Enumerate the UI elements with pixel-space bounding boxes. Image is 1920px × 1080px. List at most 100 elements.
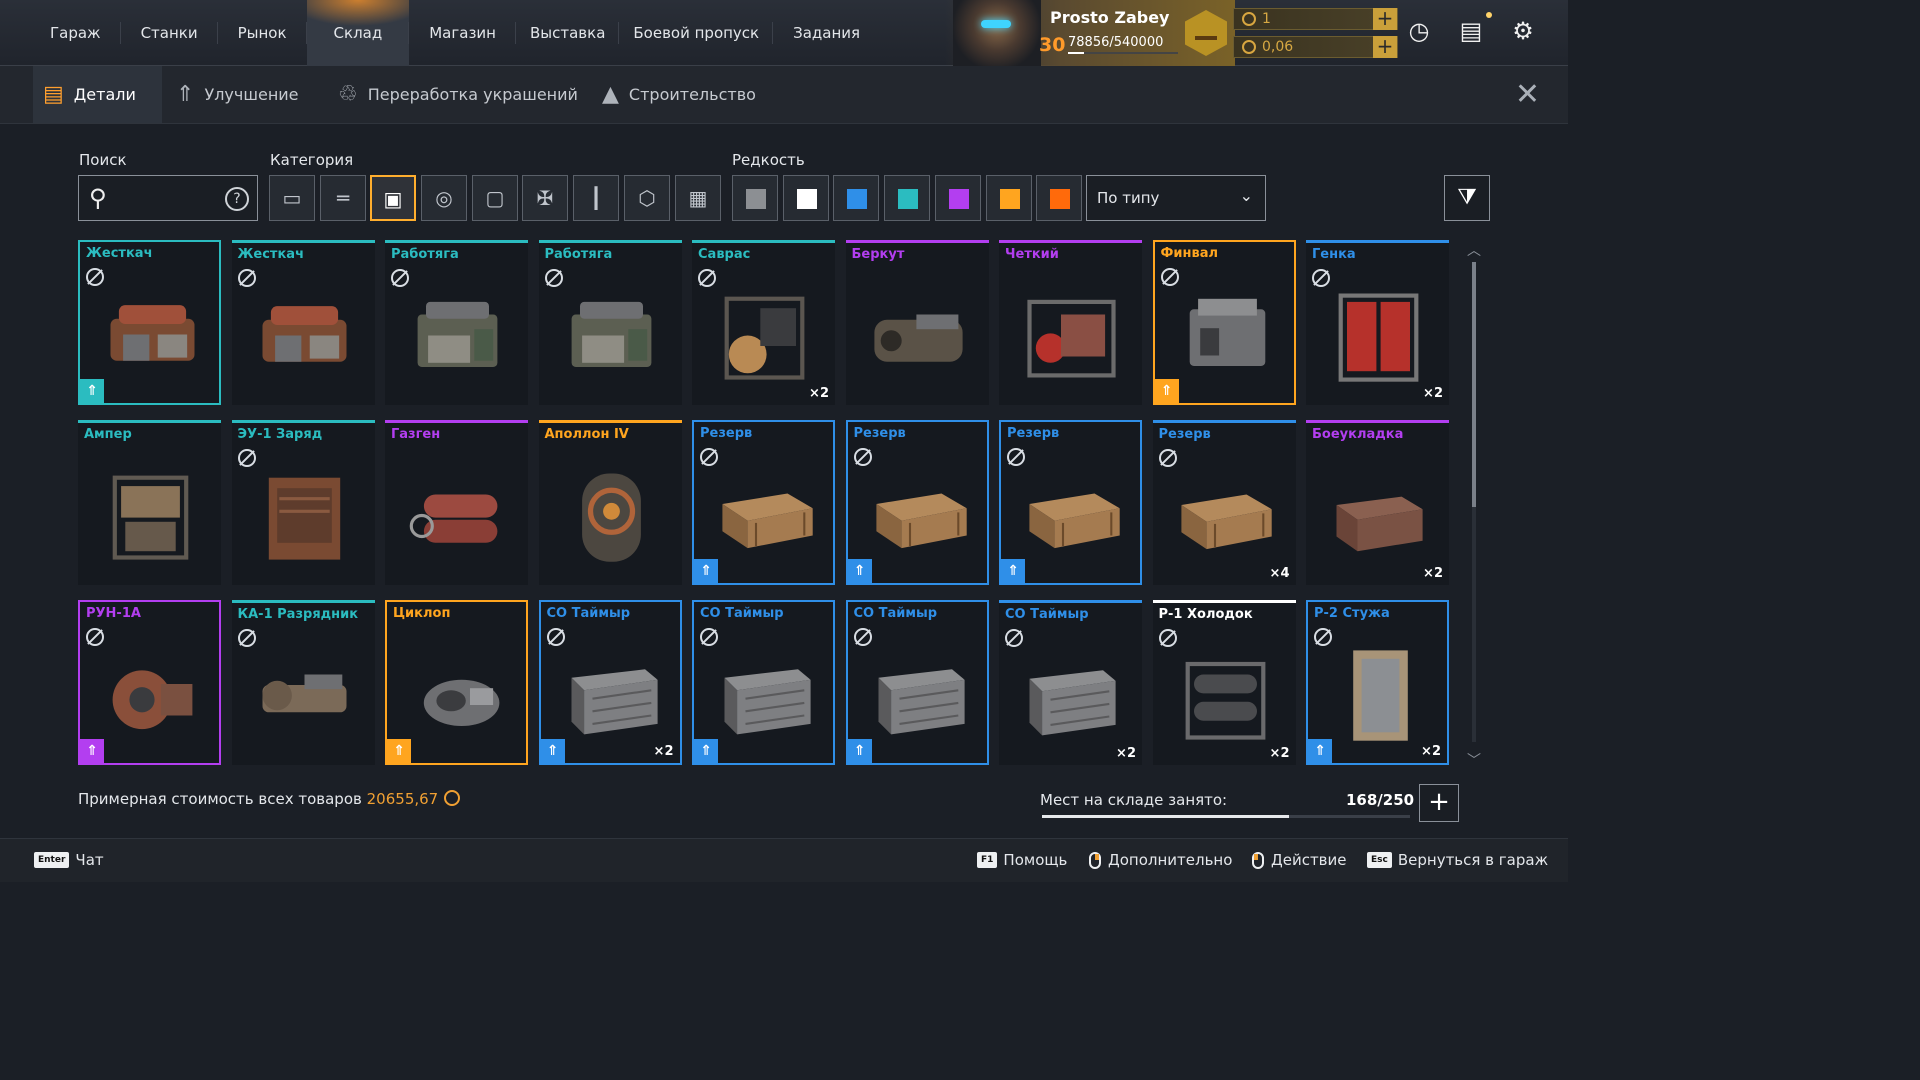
chat-icon[interactable]: ▤	[1456, 12, 1492, 46]
item-card[interactable]: РУН-1А ⇑	[78, 600, 221, 765]
item-name: Жесткач	[86, 246, 153, 261]
item-card[interactable]: Боеукладка ×2	[1306, 420, 1449, 585]
player-panel[interactable]: Prosto Zabey 30 78856/540000	[945, 0, 1235, 66]
item-card[interactable]: СО Таймыр ×2	[999, 600, 1142, 765]
item-card[interactable]: Резерв ⇑	[999, 420, 1142, 585]
tab-build[interactable]: ▲ Строительство	[602, 66, 756, 123]
module-icon: ⬡	[638, 186, 656, 210]
hint-help[interactable]: F1 Помощь	[977, 851, 1067, 869]
hint-help-label: Помощь	[1003, 851, 1068, 869]
item-card[interactable]: Беркут	[845, 240, 989, 405]
item-card[interactable]: СО Таймыр ⇑	[845, 600, 989, 765]
item-card[interactable]: Финвал ⇑	[1152, 240, 1296, 405]
category-weapon[interactable]: ═	[320, 175, 366, 221]
storage-bar-fill	[1042, 815, 1290, 818]
hint-action[interactable]: Действие	[1252, 851, 1347, 869]
rarity-filter-rare[interactable]	[833, 175, 880, 221]
hint-return[interactable]: Esc Вернуться в гараж	[1367, 851, 1548, 869]
scroll-up-icon[interactable]: ︿	[1466, 240, 1482, 260]
sort-select[interactable]: По типу ⌄	[1086, 175, 1266, 221]
rarity-filter-relic[interactable]	[1036, 175, 1083, 221]
item-card[interactable]: КА-1 Разрядник	[231, 600, 375, 765]
item-card[interactable]: Аполлон IV	[538, 420, 682, 585]
rarity-filter-white[interactable]	[782, 175, 829, 221]
tab-details[interactable]: ▤ Детали	[33, 66, 162, 123]
item-card[interactable]: Саврас ×2	[692, 240, 835, 405]
category-frame[interactable]: ▢	[472, 175, 518, 221]
gear-icon[interactable]: ⚙	[1508, 16, 1538, 46]
item-count: ×2	[1421, 744, 1441, 759]
add-coins-button[interactable]: +	[1373, 8, 1397, 30]
item-card[interactable]: Р-2 Стужа ⇑ ×2	[1306, 600, 1449, 765]
item-card[interactable]: Работяга	[385, 240, 528, 405]
hint-chat[interactable]: Enter Чат	[34, 851, 104, 869]
item-count: ×4	[1269, 566, 1290, 581]
rarity-filter-epic[interactable]	[934, 175, 981, 221]
rarity-filter-special[interactable]	[884, 175, 931, 221]
category-all[interactable]: ▦	[675, 175, 721, 221]
nav-exhibition[interactable]: Выставка	[516, 0, 620, 66]
item-image	[868, 642, 973, 747]
tab-upgrade[interactable]: ⇑ Улучшение	[176, 66, 299, 123]
item-card[interactable]: Работяга	[538, 240, 682, 405]
close-icon[interactable]: ✕	[1515, 80, 1540, 110]
item-card[interactable]: Резерв ⇑	[692, 420, 835, 585]
category-cabin[interactable]: ▭	[269, 175, 315, 221]
bottom-hints: Enter Чат F1 Помощь Дополнительно Действие…	[0, 838, 1568, 882]
clear-filters-button[interactable]: ⧩	[1444, 175, 1490, 221]
top-icons: ◷ ▤ ⚙	[1404, 12, 1538, 46]
scrollbar[interactable]: ︿ ﹀	[1466, 240, 1482, 770]
item-name: Боеукладка	[1312, 427, 1404, 442]
item-card[interactable]: Жесткач ⇑	[78, 240, 221, 405]
item-card[interactable]: СО Таймыр ⇑ ×2	[538, 600, 682, 765]
category-wheels[interactable]: ◎	[421, 175, 467, 221]
items-grid: Жесткач ⇑ Жесткач Работяга Работяга Саврас ×2 Б…	[78, 240, 1450, 765]
item-card[interactable]: Жесткач	[231, 240, 375, 405]
item-name: СО Таймыр	[546, 606, 631, 621]
add-coupons-button[interactable]: +	[1373, 36, 1397, 58]
category-paint[interactable]: ┃	[573, 175, 619, 221]
coin-icon	[1242, 12, 1256, 26]
item-card[interactable]: Резерв ×4	[1152, 420, 1296, 585]
tab-recycle[interactable]: ♲ Переработка украшений	[338, 66, 578, 123]
cone-icon: ▲	[602, 82, 619, 107]
rarity-filter-common[interactable]	[732, 175, 778, 221]
help-icon[interactable]: ?	[225, 187, 249, 211]
expand-storage-button[interactable]: +	[1419, 784, 1459, 822]
item-card[interactable]: Ампер	[78, 420, 221, 585]
wheel-icon: ◎	[435, 186, 453, 210]
category-module[interactable]: ⬡	[624, 175, 670, 221]
nav-machines[interactable]: Станки	[121, 0, 218, 66]
item-card[interactable]: ЭУ-1 Заряд	[231, 420, 375, 585]
item-card[interactable]: Газген	[385, 420, 528, 585]
paint-icon: ┃	[589, 186, 603, 210]
nav-battle-pass[interactable]: Боевой пропуск	[619, 0, 773, 66]
item-card[interactable]: Генка ×2	[1306, 240, 1449, 405]
nav-storage[interactable]: Склад	[307, 0, 410, 66]
category-armor[interactable]: ✠	[522, 175, 568, 221]
item-image	[866, 283, 971, 388]
scroll-thumb[interactable]	[1472, 262, 1476, 507]
item-name: Резерв	[1007, 426, 1060, 441]
item-card[interactable]: Четкий	[999, 240, 1142, 405]
nav-tasks[interactable]: Задания	[773, 0, 880, 66]
nav-shop[interactable]: Магазин	[409, 0, 516, 66]
xp-bar	[1068, 52, 1178, 54]
player-level: 30	[1039, 34, 1066, 56]
item-card[interactable]: Циклоп ⇑	[385, 600, 528, 765]
scroll-down-icon[interactable]: ﹀	[1466, 750, 1482, 770]
search-input[interactable]: ⚲ ?	[78, 175, 258, 221]
item-card[interactable]: Р-1 Холодок ×2	[1152, 600, 1296, 765]
category-engine[interactable]: ▣	[370, 175, 416, 221]
item-card[interactable]: Резерв ⇑	[845, 420, 989, 585]
nav-garage[interactable]: Гараж	[30, 0, 121, 66]
item-card[interactable]: СО Таймыр ⇑	[692, 600, 835, 765]
speedometer-icon[interactable]: ◷	[1404, 16, 1434, 46]
rarity-swatch	[999, 189, 1020, 209]
item-name: Аполлон IV	[544, 427, 629, 442]
item-name: СО Таймыр	[1005, 607, 1089, 622]
hint-more[interactable]: Дополнительно	[1089, 851, 1232, 869]
search-icon: ⚲	[89, 184, 107, 212]
nav-market[interactable]: Рынок	[218, 0, 307, 66]
rarity-filter-legendary[interactable]	[985, 175, 1032, 221]
